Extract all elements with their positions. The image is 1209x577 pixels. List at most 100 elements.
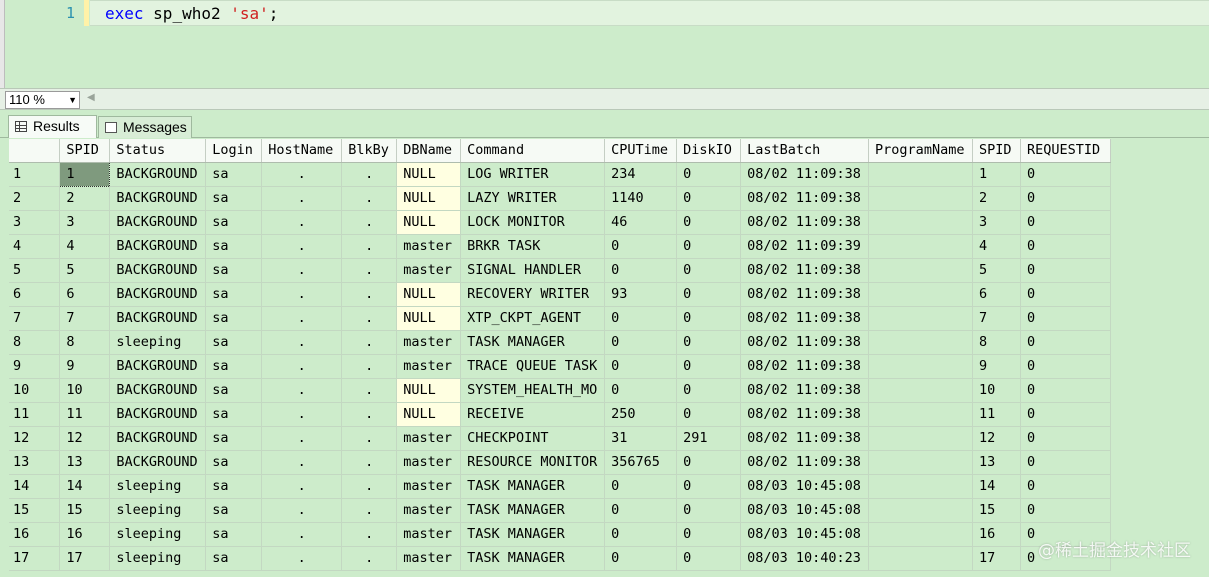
login-cell[interactable]: sa: [205, 330, 263, 355]
tab-results[interactable]: Results: [8, 115, 97, 138]
spid2-cell[interactable]: 5: [972, 258, 1021, 283]
diskio-header[interactable]: DiskIO: [676, 139, 742, 163]
dbname-cell[interactable]: master: [396, 474, 462, 499]
login-cell[interactable]: sa: [205, 546, 263, 571]
lastbatch-cell[interactable]: 08/02 11:09:39: [740, 234, 870, 259]
dbname-cell[interactable]: NULL: [396, 378, 462, 403]
diskio-cell[interactable]: 0: [676, 450, 742, 475]
row-number[interactable]: 15: [9, 498, 61, 523]
command-cell[interactable]: SIGNAL HANDLER: [460, 258, 606, 283]
command-cell[interactable]: RESOURCE MONITOR: [460, 450, 606, 475]
requestid-cell[interactable]: 0: [1020, 234, 1111, 259]
status-cell[interactable]: sleeping: [109, 498, 207, 523]
scroll-left-icon[interactable]: ◀: [87, 92, 95, 103]
cputime-header[interactable]: CPUTime: [604, 139, 678, 163]
blkby-cell[interactable]: .: [341, 234, 398, 259]
row-number[interactable]: 8: [9, 330, 61, 355]
command-cell[interactable]: TRACE QUEUE TASK: [460, 354, 606, 379]
table-row[interactable]: 15 15 sleeping sa.. master TASK MANAGER 0 0 08/0…: [9, 498, 1111, 523]
row-number[interactable]: 6: [9, 282, 61, 307]
status-header[interactable]: Status: [109, 139, 207, 163]
dbname-cell[interactable]: master: [396, 234, 462, 259]
requestid-cell[interactable]: 0: [1020, 306, 1111, 331]
status-cell[interactable]: sleeping: [109, 522, 207, 547]
hostname-cell[interactable]: .: [261, 186, 343, 211]
programname-cell[interactable]: [868, 474, 974, 499]
login-cell[interactable]: sa: [205, 186, 263, 211]
hostname-cell[interactable]: .: [261, 474, 343, 499]
diskio-cell[interactable]: 0: [676, 330, 742, 355]
table-row[interactable]: 7 7 BACKGROUND sa.. NULL XTP_CKPT_AGENT 0 0 08/0…: [9, 306, 1111, 331]
lastbatch-cell[interactable]: 08/02 11:09:38: [740, 162, 870, 187]
table-row[interactable]: 3 3 BACKGROUND sa.. NULL LOCK MONITOR 46 0 08/02…: [9, 210, 1111, 235]
spid-cell[interactable]: 5: [59, 258, 111, 283]
table-row[interactable]: 14 14 sleeping sa.. master TASK MANAGER 0 0 08/0…: [9, 474, 1111, 499]
row-number[interactable]: 2: [9, 186, 61, 211]
hostname-cell[interactable]: .: [261, 234, 343, 259]
lastbatch-cell[interactable]: 08/02 11:09:38: [740, 186, 870, 211]
dbname-cell[interactable]: master: [396, 330, 462, 355]
command-cell[interactable]: TASK MANAGER: [460, 498, 606, 523]
login-cell[interactable]: sa: [205, 306, 263, 331]
row-number[interactable]: 14: [9, 474, 61, 499]
hostname-cell[interactable]: .: [261, 306, 343, 331]
row-number[interactable]: 10: [9, 378, 61, 403]
row-number[interactable]: 3: [9, 210, 61, 235]
row-number[interactable]: 9: [9, 354, 61, 379]
spid2-cell[interactable]: 4: [972, 234, 1021, 259]
command-cell[interactable]: TASK MANAGER: [460, 522, 606, 547]
status-cell[interactable]: sleeping: [109, 546, 207, 571]
diskio-cell[interactable]: 0: [676, 162, 742, 187]
dbname-cell[interactable]: NULL: [396, 282, 462, 307]
diskio-cell[interactable]: 0: [676, 282, 742, 307]
lastbatch-cell[interactable]: 08/03 10:45:08: [740, 522, 870, 547]
cputime-cell[interactable]: 0: [604, 354, 678, 379]
dbname-cell[interactable]: master: [396, 354, 462, 379]
command-cell[interactable]: RECEIVE: [460, 402, 606, 427]
spid-cell[interactable]: 14: [59, 474, 111, 499]
dbname-cell[interactable]: NULL: [396, 162, 462, 187]
row-number[interactable]: 7: [9, 306, 61, 331]
cputime-cell[interactable]: 0: [604, 546, 678, 571]
table-row[interactable]: 12 12 BACKGROUND sa.. master CHECKPOINT 31 291 0…: [9, 426, 1111, 451]
status-cell[interactable]: sleeping: [109, 474, 207, 499]
blkby-cell[interactable]: .: [341, 186, 398, 211]
row-number-header[interactable]: [9, 139, 61, 163]
row-number[interactable]: 17: [9, 546, 61, 571]
status-cell[interactable]: BACKGROUND: [109, 282, 207, 307]
lastbatch-cell[interactable]: 08/03 10:40:23: [740, 546, 870, 571]
table-row[interactable]: 10 10 BACKGROUND sa.. NULL SYSTEM_HEALTH_MO 0 0…: [9, 378, 1111, 403]
spid-cell[interactable]: 17: [59, 546, 111, 571]
spid-cell[interactable]: 16: [59, 522, 111, 547]
dbname-cell[interactable]: master: [396, 258, 462, 283]
blkby-cell[interactable]: .: [341, 378, 398, 403]
command-cell[interactable]: TASK MANAGER: [460, 474, 606, 499]
status-cell[interactable]: BACKGROUND: [109, 450, 207, 475]
programname-cell[interactable]: [868, 330, 974, 355]
spid-cell[interactable]: 9: [59, 354, 111, 379]
login-cell[interactable]: sa: [205, 426, 263, 451]
status-cell[interactable]: BACKGROUND: [109, 210, 207, 235]
spid2-cell[interactable]: 13: [972, 450, 1021, 475]
lastbatch-cell[interactable]: 08/02 11:09:38: [740, 306, 870, 331]
dbname-cell[interactable]: master: [396, 426, 462, 451]
programname-cell[interactable]: [868, 186, 974, 211]
table-row[interactable]: 6 6 BACKGROUND sa.. NULL RECOVERY WRITER 93 0 08…: [9, 282, 1111, 307]
hostname-cell[interactable]: .: [261, 402, 343, 427]
requestid-cell[interactable]: 0: [1020, 474, 1111, 499]
blkby-cell[interactable]: .: [341, 354, 398, 379]
row-number[interactable]: 16: [9, 522, 61, 547]
diskio-cell[interactable]: 0: [676, 354, 742, 379]
spid2-cell[interactable]: 17: [972, 546, 1021, 571]
requestid-cell[interactable]: 0: [1020, 426, 1111, 451]
status-cell[interactable]: BACKGROUND: [109, 162, 207, 187]
table-row[interactable]: 8 8 sleeping sa.. master TASK MANAGER 0 0 08/02 …: [9, 330, 1111, 355]
dbname-cell[interactable]: master: [396, 546, 462, 571]
dbname-header[interactable]: DBName: [396, 139, 462, 163]
row-number[interactable]: 12: [9, 426, 61, 451]
lastbatch-cell[interactable]: 08/02 11:09:38: [740, 378, 870, 403]
spid-cell[interactable]: 10: [59, 378, 111, 403]
blkby-cell[interactable]: .: [341, 498, 398, 523]
spid2-cell[interactable]: 6: [972, 282, 1021, 307]
hostname-cell[interactable]: .: [261, 426, 343, 451]
